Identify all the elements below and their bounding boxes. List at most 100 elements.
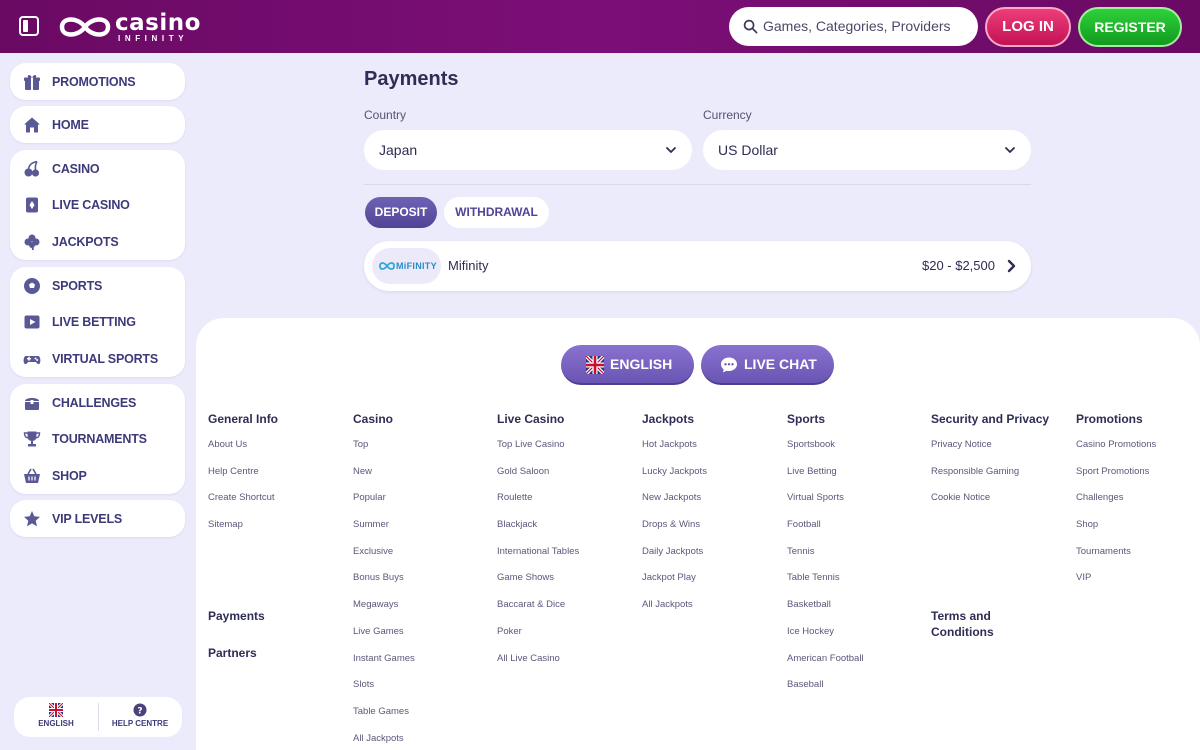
footer-link[interactable]: Football <box>787 511 927 538</box>
sidebar-language-button[interactable]: ENGLISH <box>14 697 98 737</box>
footer-link[interactable]: Drops & Wins <box>642 511 782 538</box>
footer-column-title: General Info <box>208 412 279 426</box>
footer-link[interactable]: Help Centre <box>208 458 348 485</box>
footer-partners-link[interactable]: Partners <box>208 645 257 661</box>
soccer-ball-icon <box>24 277 40 294</box>
footer-link[interactable]: Instant Games <box>353 645 493 672</box>
sidebar-item-jackpots[interactable]: JACKPOTS <box>10 224 185 260</box>
footer-column-sports: Sports Sportsbook Live Betting Virtual Spor… <box>787 411 927 698</box>
footer-link[interactable]: International Tables <box>497 538 637 565</box>
footer-link[interactable]: Tournaments <box>1076 538 1200 565</box>
live-chat-button[interactable]: LIVE CHAT <box>701 345 834 385</box>
footer-link[interactable]: Basketball <box>787 591 927 618</box>
footer-link[interactable]: Poker <box>497 618 637 645</box>
footer-payments-link[interactable]: Payments <box>208 608 265 624</box>
footer-link[interactable]: Roulette <box>497 484 637 511</box>
footer-link[interactable]: Gold Saloon <box>497 458 637 485</box>
country-label: Country <box>364 108 407 122</box>
footer-link[interactable]: Table Games <box>353 698 493 725</box>
footer-link[interactable]: Create Shortcut <box>208 484 348 511</box>
payment-method-row[interactable]: MiFINITY Mifinity $20 - $2,500 <box>364 241 1031 291</box>
footer-column-title: Promotions <box>1076 412 1143 426</box>
treasure-chest-icon <box>25 397 39 410</box>
sidebar-item-label: LIVE CASINO <box>52 198 130 213</box>
footer-link[interactable]: Lucky Jackpots <box>642 458 782 485</box>
footer-link[interactable]: Ice Hockey <box>787 618 927 645</box>
footer-link[interactable]: Sport Promotions <box>1076 458 1200 485</box>
sidebar-item-sports[interactable]: SPORTS <box>10 268 185 304</box>
footer-link[interactable]: Baseball <box>787 671 927 698</box>
sidebar-item-vip-levels[interactable]: VIP LEVELS <box>10 501 185 537</box>
footer-link[interactable]: All Live Casino <box>497 645 637 672</box>
sidebar-item-home[interactable]: HOME <box>10 107 185 143</box>
play-icon <box>24 315 40 329</box>
footer-link[interactable]: Table Tennis <box>787 564 927 591</box>
login-button[interactable]: LOG IN <box>985 7 1071 47</box>
footer-link[interactable]: About Us <box>208 431 348 458</box>
footer-link[interactable]: Live Games <box>353 618 493 645</box>
sidebar-item-challenges[interactable]: CHALLENGES <box>10 385 185 421</box>
footer-link[interactable]: Shop <box>1076 511 1200 538</box>
footer-link[interactable]: All Jackpots <box>642 591 782 618</box>
register-button[interactable]: REGISTER <box>1078 7 1182 47</box>
footer-link[interactable]: Summer <box>353 511 493 538</box>
footer-link[interactable]: Hot Jackpots <box>642 431 782 458</box>
country-select[interactable]: Japan <box>364 130 692 170</box>
footer-link[interactable]: Popular <box>353 484 493 511</box>
footer-link[interactable]: Game Shows <box>497 564 637 591</box>
sidebar-item-label: CHALLENGES <box>52 395 137 410</box>
footer-link[interactable]: American Football <box>787 645 927 672</box>
footer-language-button[interactable]: ENGLISH <box>561 345 694 385</box>
footer-link[interactable]: Privacy Notice <box>931 431 1071 458</box>
sidebar-item-live-betting[interactable]: LIVE BETTING <box>10 304 185 340</box>
sidebar-item-virtual-sports[interactable]: VIRTUAL SPORTS <box>10 341 185 377</box>
footer-link[interactable]: New <box>353 458 493 485</box>
sidebar-group: CASINO LIVE CASINO JACKPOTS <box>10 150 185 261</box>
footer-link[interactable]: Blackjack <box>497 511 637 538</box>
footer-link[interactable]: Slots <box>353 671 493 698</box>
footer-link[interactable]: Challenges <box>1076 484 1200 511</box>
sidebar-toggle-icon[interactable] <box>18 15 40 37</box>
footer-link[interactable]: Top Live Casino <box>497 431 637 458</box>
footer-link[interactable]: Exclusive <box>353 538 493 565</box>
footer-link[interactable]: Responsible Gaming <box>931 458 1071 485</box>
sidebar-help-button[interactable]: ? HELP CENTRE <box>98 697 182 737</box>
payment-method-range: $20 - $2,500 <box>921 258 995 273</box>
footer-link[interactable]: Virtual Sports <box>787 484 927 511</box>
sidebar-item-tournaments[interactable]: TOURNAMENTS <box>10 421 185 457</box>
footer-link[interactable]: Baccarat & Dice <box>497 591 637 618</box>
footer-link[interactable]: Megaways <box>353 591 493 618</box>
tab-withdrawal[interactable]: WITHDRAWAL <box>444 197 549 228</box>
footer-link[interactable]: New Jackpots <box>642 484 782 511</box>
footer-link[interactable]: Live Betting <box>787 458 927 485</box>
footer-link[interactable]: Sitemap <box>208 511 348 538</box>
sidebar-item-casino[interactable]: CASINO <box>10 151 185 187</box>
footer-link[interactable]: Sportsbook <box>787 431 927 458</box>
footer-link[interactable]: Tennis <box>787 538 927 565</box>
sidebar-item-shop[interactable]: SHOP <box>10 458 185 494</box>
search-input[interactable]: Games, Categories, Providers <box>729 7 978 46</box>
currency-select[interactable]: US Dollar <box>703 130 1031 170</box>
chat-bubble-icon <box>721 357 737 373</box>
footer-link[interactable]: Casino Promotions <box>1076 431 1200 458</box>
sidebar-item-label: PROMOTIONS <box>52 74 136 89</box>
footer-link[interactable]: All Jackpots <box>353 725 493 750</box>
footer-terms-line1: Terms and <box>931 609 991 623</box>
footer-link[interactable]: Bonus Buys <box>353 564 493 591</box>
sidebar-item-label: SHOP <box>52 468 87 483</box>
footer-link[interactable]: Jackpot Play <box>642 564 782 591</box>
casino-infinity-logo[interactable]: casino INFINITY <box>56 10 206 44</box>
footer-column-title: Jackpots <box>642 412 695 426</box>
currency-value: US Dollar <box>718 142 778 158</box>
sidebar-item-promotions[interactable]: PROMOTIONS <box>10 64 185 100</box>
sidebar-group: SPORTS LIVE BETTING VIRTUAL SPORTS <box>10 267 185 378</box>
footer-link[interactable]: Top <box>353 431 493 458</box>
footer-link[interactable]: Daily Jackpots <box>642 538 782 565</box>
tab-deposit[interactable]: DEPOSIT <box>365 197 437 228</box>
footer-link[interactable]: VIP <box>1076 564 1200 591</box>
sidebar-item-live-casino[interactable]: LIVE CASINO <box>10 187 185 223</box>
footer-terms-link[interactable]: Terms and Conditions <box>931 608 994 640</box>
chevron-down-icon <box>1005 147 1015 153</box>
sidebar-language-label: ENGLISH <box>38 719 74 728</box>
footer-link[interactable]: Cookie Notice <box>931 484 1071 511</box>
